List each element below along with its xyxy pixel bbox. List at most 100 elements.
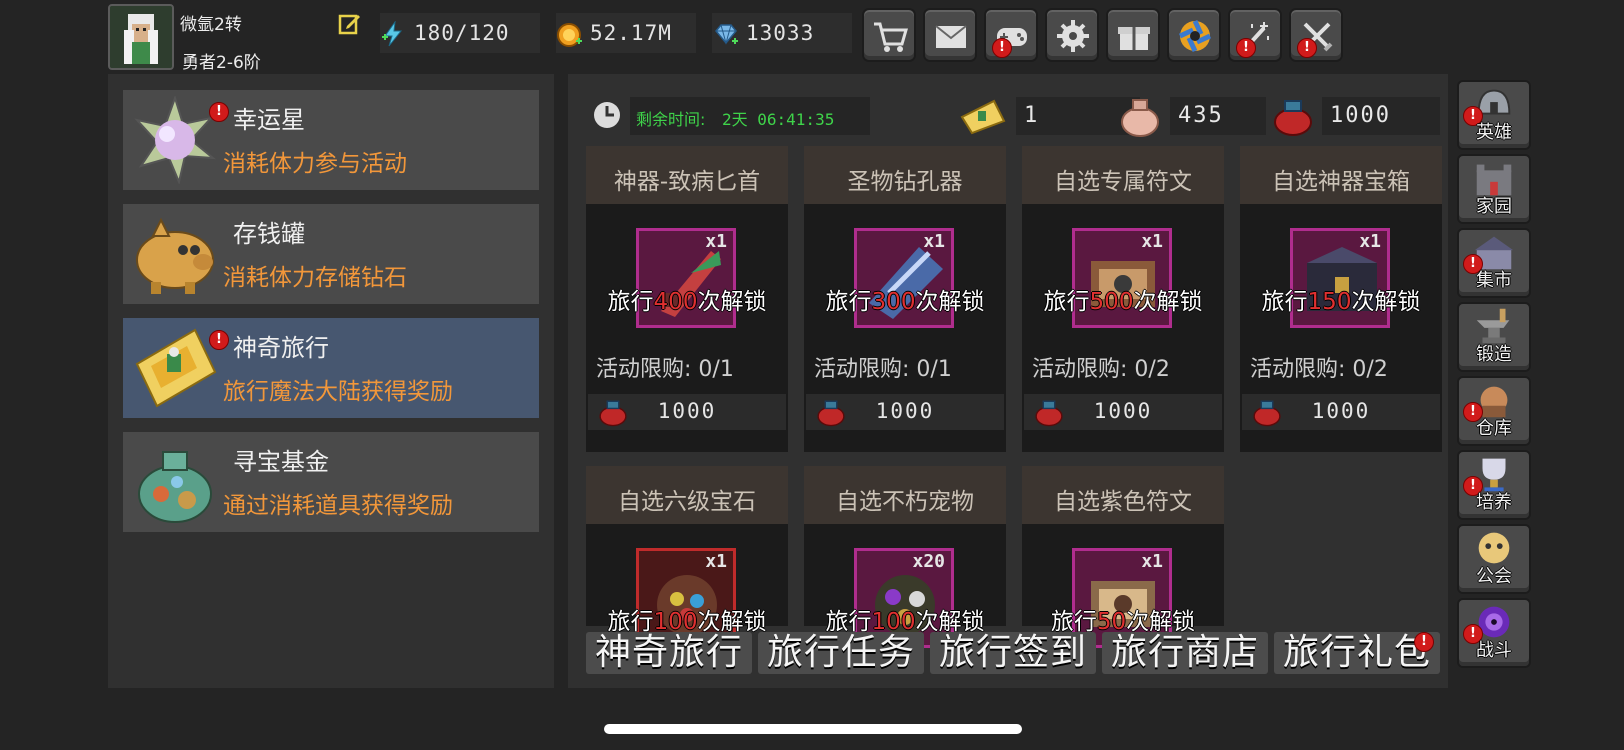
notification-badge: ! xyxy=(992,38,1012,58)
diamond-counter[interactable]: 13033 xyxy=(712,13,852,53)
unlock-requirement: 旅行500次解锁 xyxy=(1022,282,1224,316)
item-quantity: x1 xyxy=(1141,231,1163,252)
tab-travel-signin[interactable]: 旅行签到 xyxy=(930,632,1096,674)
side-nav-helmet[interactable]: ! 英雄 xyxy=(1457,80,1531,150)
home-indicator xyxy=(604,724,1022,734)
event-item-treasure-fund[interactable]: 寻宝基金 通过消耗道具获得奖励 xyxy=(123,432,539,532)
purchase-limit: 活动限购: 0/1 xyxy=(596,357,734,382)
gift-button[interactable] xyxy=(1106,8,1160,62)
event-desc: 通过消耗道具获得奖励 xyxy=(223,493,453,519)
gold-coin-icon xyxy=(557,23,582,47)
crossed-swords-button[interactable]: ! xyxy=(1289,8,1343,62)
clock-icon xyxy=(592,100,622,130)
cart-button[interactable] xyxy=(862,8,916,62)
unlock-count: 150 xyxy=(1307,289,1352,315)
side-nav-portal[interactable]: ! 战斗 xyxy=(1457,598,1531,668)
stamina-counter[interactable]: 180/120 xyxy=(380,13,540,53)
notification-badge: ! xyxy=(1236,38,1256,58)
event-item-piggy-bank[interactable]: 存钱罐 消耗体力存储钻石 xyxy=(123,204,539,304)
item-quantity: x1 xyxy=(705,551,727,572)
item-quantity: x1 xyxy=(923,231,945,252)
side-nav-label: 战斗 xyxy=(1476,640,1512,661)
purchase-limit: 活动限购: 0/2 xyxy=(1032,357,1170,382)
side-nav-guild[interactable]: 公会 xyxy=(1457,524,1531,594)
shop-item-card[interactable]: 自选六级宝石 x1 旅行100次解锁 xyxy=(586,466,788,648)
side-nav-warehouse[interactable]: ! 仓库 xyxy=(1457,376,1531,446)
buy-button[interactable]: 1000 xyxy=(806,394,1004,430)
unlock-suffix: 次解锁 xyxy=(915,289,985,315)
side-nav-label: 仓库 xyxy=(1476,418,1512,439)
event-title: 神奇旅行 xyxy=(233,334,329,362)
unlock-requirement: 旅行300次解锁 xyxy=(804,282,1006,316)
unlock-suffix: 次解锁 xyxy=(697,289,767,315)
pouch-count: 435 xyxy=(1178,103,1224,128)
cart-icon xyxy=(874,22,908,52)
buy-button[interactable]: 1000 xyxy=(1242,394,1440,430)
tab-badge: ! xyxy=(1414,632,1434,652)
event-title: 幸运星 xyxy=(233,106,305,134)
unlock-requirement: 旅行100次解锁 xyxy=(804,602,1006,636)
item-price: 1000 xyxy=(1093,399,1153,423)
gold-value: 52.17M xyxy=(590,21,672,45)
gear-button[interactable] xyxy=(1045,8,1099,62)
treasure-bag-icon xyxy=(138,451,212,523)
item-name: 自选不朽宠物 xyxy=(836,489,974,515)
event-badge: ! xyxy=(209,102,229,122)
shop-item-card[interactable]: 神器-致病匕首 x1 旅行400次解锁活动限购: 0/1 1000 xyxy=(586,146,788,452)
travel-ticket-icon xyxy=(135,328,217,408)
unlock-count: 300 xyxy=(871,289,916,315)
event-desc: 旅行魔法大陆获得奖励 xyxy=(223,379,453,405)
item-price: 1000 xyxy=(875,399,935,423)
side-nav-castle[interactable]: 家园 xyxy=(1457,154,1531,224)
item-quantity: x1 xyxy=(705,231,727,252)
red-bag-count: 1000 xyxy=(1330,103,1391,128)
event-item-magic-travel[interactable]: ! 神奇旅行 旅行魔法大陆获得奖励 xyxy=(123,318,539,418)
piggy-bank-icon xyxy=(136,217,214,294)
side-nav-label: 家园 xyxy=(1476,196,1512,217)
event-desc: 消耗体力存储钻石 xyxy=(223,265,407,291)
mail-button[interactable] xyxy=(923,8,977,62)
unlock-count: 400 xyxy=(653,289,698,315)
item-price: 1000 xyxy=(657,399,717,423)
gold-counter[interactable]: 52.17M xyxy=(556,13,696,53)
buy-button[interactable]: 1000 xyxy=(1024,394,1222,430)
item-name: 神器-致病匕首 xyxy=(613,169,761,195)
lucky-star-icon xyxy=(134,96,217,184)
camera-shutter-button[interactable] xyxy=(1167,8,1221,62)
timer-value: 2天 06:41:35 xyxy=(722,110,835,129)
shop-item-card[interactable]: 自选紫色符文 x1 旅行50次解锁 xyxy=(1022,466,1224,648)
unlock-prefix: 旅行 xyxy=(825,289,872,315)
tab-magic-travel[interactable]: 神奇旅行 xyxy=(586,632,752,674)
buy-button[interactable]: 1000 xyxy=(588,394,786,430)
tab-travel-quest[interactable]: 旅行任务 xyxy=(758,632,924,674)
edit-name-icon[interactable] xyxy=(338,12,362,36)
diamond-icon xyxy=(715,24,738,45)
tab-travel-shop[interactable]: 旅行商店 xyxy=(1102,632,1268,674)
unlock-prefix: 旅行 xyxy=(607,289,654,315)
side-nav-trophy[interactable]: ! 培养 xyxy=(1457,450,1531,520)
unlock-suffix: 次解锁 xyxy=(1133,289,1203,315)
gamepad-button[interactable]: ! xyxy=(984,8,1038,62)
wand-button[interactable]: ! xyxy=(1228,8,1282,62)
shop-item-card[interactable]: 自选不朽宠物 x20 旅行100次解锁 xyxy=(804,466,1006,648)
shop-item-card[interactable]: 自选专属符文 x1 旅行500次解锁 活动限购: 0/2 1000 xyxy=(1022,146,1224,452)
item-price: 1000 xyxy=(1311,399,1371,423)
side-nav-label: 集市 xyxy=(1476,270,1512,291)
side-nav-market[interactable]: ! 集市 xyxy=(1457,228,1531,298)
shop-item-card[interactable]: 自选神器宝箱 x1 旅行150次解锁 活动限购: 0/2 1000 xyxy=(1240,146,1442,452)
item-quantity: x1 xyxy=(1359,231,1381,252)
player-name: 微氩2转 xyxy=(180,15,242,35)
unlock-requirement: 旅行400次解锁 xyxy=(586,282,788,316)
coin-pouch-icon xyxy=(1121,99,1159,137)
travel-tab-bar: 神奇旅行 旅行任务 旅行签到 旅行商店 旅行礼包 ! xyxy=(586,632,1442,674)
purchase-limit: 活动限购: 0/1 xyxy=(814,357,952,382)
unlock-count: 500 xyxy=(1089,289,1134,315)
shop-item-card[interactable]: 圣物钻孔器 x1 旅行300次解锁 活动限购: 0/1 1000 xyxy=(804,146,1006,452)
red-bag-icon xyxy=(1274,100,1312,136)
unlock-requirement: 旅行50次解锁 xyxy=(1022,602,1224,636)
unlock-suffix: 次解锁 xyxy=(1351,289,1421,315)
event-item-lucky-star[interactable]: ! 幸运星 消耗体力参与活动 xyxy=(123,90,539,190)
player-avatar[interactable] xyxy=(108,4,174,70)
unlock-prefix: 旅行 xyxy=(1043,289,1090,315)
side-nav-anvil[interactable]: 锻造 xyxy=(1457,302,1531,372)
